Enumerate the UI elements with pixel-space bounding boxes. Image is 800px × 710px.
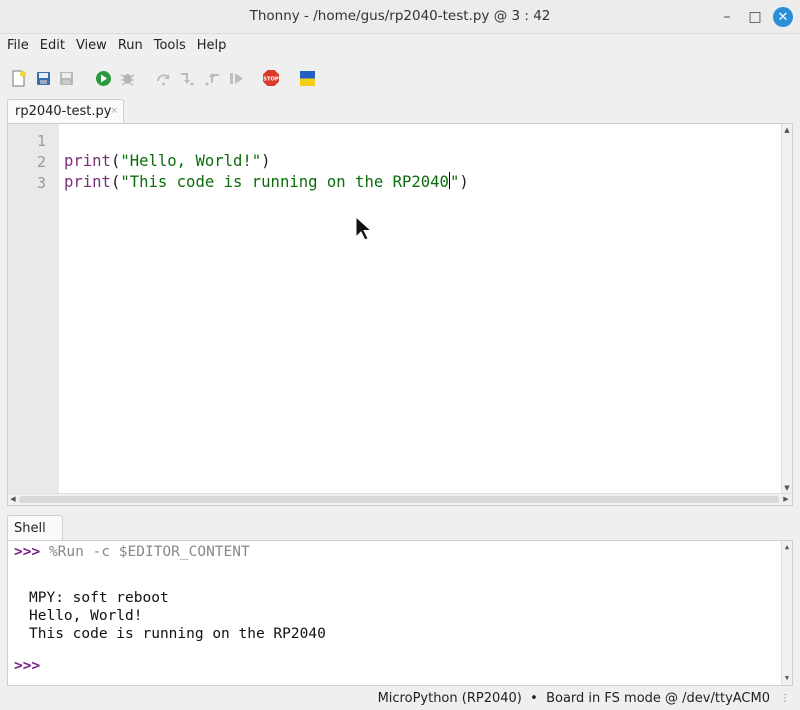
line-number: 2 [36, 153, 46, 171]
step-over-icon[interactable] [154, 69, 172, 87]
close-button[interactable]: ✕ [773, 7, 793, 27]
line-number-gutter: 1 2 3 [8, 124, 59, 494]
menu-help[interactable]: Help [197, 35, 227, 57]
window-title: Thonny - /home/gus/rp2040-test.py @ 3 : … [249, 8, 551, 24]
scroll-right-icon[interactable]: ▶ [782, 495, 790, 504]
scroll-up-icon[interactable]: ▲ [783, 543, 791, 551]
status-separator: • [530, 691, 538, 706]
line-number: 3 [36, 174, 46, 192]
status-bar: MicroPython (RP2040) • Board in FS mode … [0, 688, 800, 710]
menu-edit[interactable]: Edit [40, 35, 65, 57]
paren-token: ) [459, 173, 469, 191]
minimize-button[interactable]: – [717, 7, 737, 27]
scroll-thumb[interactable] [19, 496, 779, 503]
svg-text:STOP: STOP [263, 76, 279, 82]
shell-input-line[interactable]: >>> [14, 658, 40, 674]
shell-output-line: This code is running on the RP2040 [29, 626, 326, 642]
line-number: 1 [36, 132, 46, 150]
keyword-token: print [64, 173, 111, 191]
maximize-button[interactable]: □ [745, 7, 765, 27]
debug-icon[interactable] [118, 69, 136, 87]
scroll-up-icon[interactable]: ▲ [783, 126, 791, 134]
code-text[interactable]: print("Hello, World!") print("This code … [64, 124, 469, 208]
shell-prompt: >>> [14, 544, 41, 560]
menu-view[interactable]: View [76, 35, 107, 57]
scroll-left-icon[interactable]: ◀ [9, 495, 17, 504]
code-editor[interactable]: 1 2 3 print("Hello, World!") print("This… [7, 123, 793, 506]
code-line: print("Hello, World!") [64, 151, 271, 172]
status-text[interactable]: MicroPython (RP2040) • Board in FS mode … [378, 691, 770, 706]
string-token: "This code is running on the RP2040 [120, 173, 449, 191]
scroll-down-icon[interactable]: ▼ [783, 674, 791, 682]
tab-rp2040-test[interactable]: rp2040-test.py × [7, 99, 124, 124]
shell-command-line: >>> %Run -c $EDITOR_CONTENT [14, 544, 250, 560]
menu-file[interactable]: File [7, 35, 29, 57]
board-status[interactable]: Board in FS mode @ /dev/ttyACM0 [546, 691, 770, 706]
resize-grip-icon[interactable]: ⋮ [780, 693, 790, 704]
menu-tools[interactable]: Tools [154, 35, 186, 57]
shell-output-line: Hello, World! [29, 608, 143, 624]
run-icon[interactable] [94, 69, 112, 87]
shell-prompt: >>> [14, 658, 41, 674]
step-out-icon[interactable] [203, 69, 221, 87]
paren-token: ( [110, 173, 121, 191]
tab-label: rp2040-test.py [15, 104, 112, 119]
menubar: File Edit View Run Tools Help [0, 35, 800, 57]
open-file-icon[interactable] [34, 69, 52, 87]
tab-shell[interactable]: Shell [7, 515, 63, 541]
resume-icon[interactable] [227, 69, 245, 87]
step-into-icon[interactable] [178, 69, 196, 87]
stop-icon[interactable]: STOP [262, 69, 280, 87]
paren-token: ( [110, 152, 121, 170]
code-line: print("This code is running on the RP204… [64, 172, 469, 193]
editor-vertical-scrollbar[interactable]: ▲ ▼ [781, 124, 792, 494]
mouse-pointer-icon [355, 216, 373, 241]
interpreter-status[interactable]: MicroPython (RP2040) [378, 691, 522, 706]
save-file-icon[interactable] [57, 69, 75, 87]
toolbar: STOP [0, 64, 800, 92]
shell-tabbar: Shell [0, 514, 800, 541]
shell-console[interactable]: >>> %Run -c $EDITOR_CONTENT MPY: soft re… [7, 540, 793, 686]
new-file-icon[interactable] [9, 69, 27, 87]
shell-command: %Run -c $EDITOR_CONTENT [48, 544, 250, 560]
shell-output-line: MPY: soft reboot [29, 590, 169, 606]
keyword-token: print [64, 152, 111, 170]
string-token: " [449, 173, 460, 191]
editor-horizontal-scrollbar[interactable]: ◀ ▶ [8, 493, 792, 505]
menu-run[interactable]: Run [118, 35, 143, 57]
editor-tabbar: rp2040-test.py × [0, 98, 800, 124]
tab-close-icon[interactable]: × [110, 106, 118, 116]
shell-vertical-scrollbar[interactable]: ▲ ▼ [781, 541, 792, 685]
string-token: "Hello, World!" [120, 152, 262, 170]
ukraine-flag-icon[interactable] [298, 69, 316, 87]
title-bar: Thonny - /home/gus/rp2040-test.py @ 3 : … [0, 0, 800, 34]
scroll-down-icon[interactable]: ▼ [783, 484, 791, 492]
paren-token: ) [261, 152, 271, 170]
